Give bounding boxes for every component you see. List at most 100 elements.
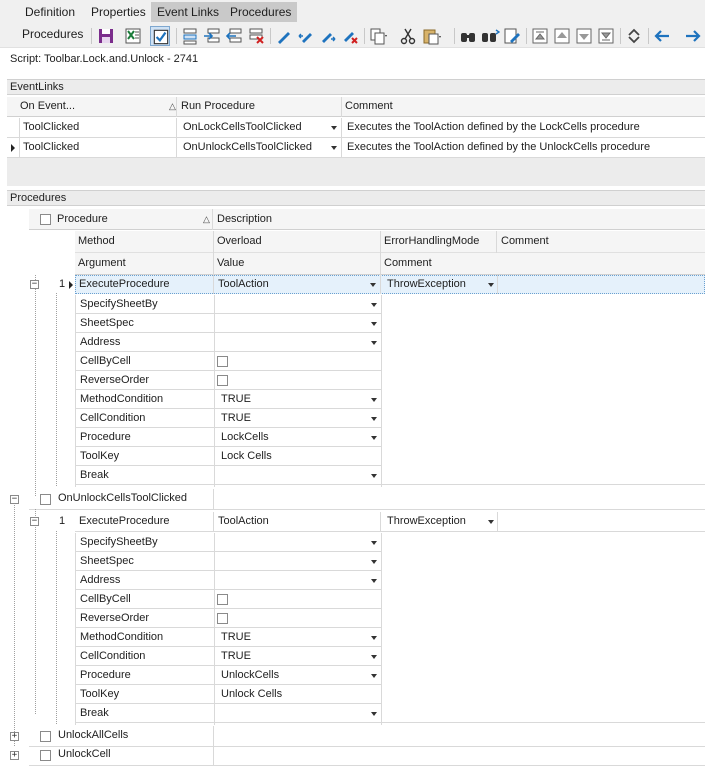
procedure-name[interactable]: UnlockAllCells [58,726,128,745]
method-overload[interactable]: ToolAction [218,275,269,294]
method-name[interactable]: ExecuteProcedure [79,275,170,294]
column-header-description[interactable]: Description [217,210,272,229]
argument-value[interactable]: Lock Cells [221,447,272,466]
argument-value[interactable]: TRUE [221,647,251,666]
move-bottom-icon[interactable] [596,26,616,46]
column-divider [497,512,498,531]
table-cell-comment[interactable]: Executes the ToolAction defined by the U… [347,138,650,157]
argument-value[interactable]: TRUE [221,409,251,428]
column-header-run-procedure[interactable]: Run Procedure [181,97,255,116]
chevron-down-icon[interactable] [369,319,379,329]
argument-value[interactable]: TRUE [221,390,251,409]
chevron-down-icon[interactable] [369,671,379,681]
expand-icon[interactable]: + [10,751,19,760]
forward-arrow-icon[interactable] [683,26,703,46]
move-up-icon[interactable] [552,26,572,46]
checkbox-toggle-icon[interactable] [150,26,170,46]
menu-bar: Definition Properties Event Links Proced… [0,0,705,24]
argument-value[interactable]: LockCells [221,428,269,447]
chevron-down-icon[interactable] [369,538,379,548]
find-next-icon[interactable] [480,26,500,46]
tab-properties[interactable]: Properties [85,2,152,22]
chevron-down-icon[interactable] [486,517,496,527]
insert-before-icon[interactable] [224,26,244,46]
tab-definition[interactable]: Definition [19,2,81,22]
chevron-down-icon[interactable] [486,280,496,290]
cellbycell-checkbox[interactable] [217,356,228,367]
chevron-down-icon[interactable] [369,709,379,719]
paste-icon[interactable] [421,26,441,46]
export-excel-icon[interactable] [123,26,143,46]
chevron-down-icon[interactable] [329,123,339,133]
procedure-name[interactable]: UnlockCell [58,745,111,764]
find-replace-icon[interactable] [502,26,522,46]
method-error-handling-mode[interactable]: ThrowException [387,275,466,294]
table-cell-on-event[interactable]: ToolClicked [23,138,79,157]
find-icon[interactable] [458,26,478,46]
procedures-section-header: Procedures [7,190,705,206]
edit-clear-icon[interactable] [340,26,360,46]
procedure-name[interactable]: OnUnlockCellsToolClicked [58,489,187,508]
chevron-down-icon[interactable] [369,557,379,567]
chevron-down-icon[interactable] [329,143,339,153]
table-cell-run-procedure[interactable]: OnLockCellsToolClicked [183,118,302,137]
chevron-down-icon[interactable] [369,576,379,586]
column-divider [213,489,214,509]
back-arrow-icon[interactable] [652,26,672,46]
cut-icon[interactable] [398,26,418,46]
select-all-checkbox[interactable] [40,214,51,225]
reverseorder-checkbox[interactable] [217,613,228,624]
edit-back-icon[interactable] [296,26,316,46]
toolbar-separator [270,28,271,44]
delete-row-icon[interactable] [246,26,266,46]
method-overload[interactable]: ToolAction [218,512,269,531]
chevron-down-icon[interactable] [369,395,379,405]
chevron-down-icon[interactable] [369,414,379,424]
tree-guide-line [14,496,15,746]
move-down-icon[interactable] [574,26,594,46]
save-icon[interactable] [96,26,116,46]
procedure-checkbox[interactable] [40,494,51,505]
row-divider [76,484,705,485]
edit-forward-icon[interactable] [318,26,338,46]
chevron-down-icon[interactable] [369,633,379,643]
column-header-method: Method [78,235,115,247]
procedure-checkbox[interactable] [40,731,51,742]
method-error-handling-mode[interactable]: ThrowException [387,512,466,531]
argument-value[interactable]: Unlock Cells [221,685,282,704]
eventlinks-section-header: EventLinks [7,79,705,95]
procedure-checkbox[interactable] [40,750,51,761]
reverseorder-checkbox[interactable] [217,375,228,386]
column-divider [381,295,382,487]
table-cell-run-procedure[interactable]: OnUnlockCellsToolClicked [183,138,312,157]
edit-pencil-icon[interactable] [274,26,294,46]
collapse-icon[interactable]: − [10,495,19,504]
collapse-expand-icon[interactable] [624,26,644,46]
chevron-down-icon[interactable] [368,280,378,290]
chevron-down-icon[interactable] [369,471,379,481]
method-name[interactable]: ExecuteProcedure [79,512,170,531]
table-cell-comment[interactable]: Executes the ToolAction defined by the L… [347,118,640,137]
copy-icon[interactable] [368,26,388,46]
column-header-comment[interactable]: Comment [345,97,393,116]
chevron-down-icon[interactable] [369,652,379,662]
insert-row-icon[interactable] [202,26,222,46]
argument-value[interactable]: TRUE [221,628,251,647]
toolbar-separator [620,28,621,44]
tab-event-links[interactable]: Event Links [151,2,226,22]
tab-procedures[interactable]: Procedures [224,2,298,22]
column-header-on-event[interactable]: On Event... [20,97,75,116]
chevron-down-icon[interactable] [369,300,379,310]
table-cell-on-event[interactable]: ToolClicked [23,118,79,137]
chevron-down-icon[interactable] [369,433,379,443]
collapse-icon[interactable]: − [30,517,39,526]
cellbycell-checkbox[interactable] [217,594,228,605]
argument-value[interactable]: UnlockCells [221,666,279,685]
chevron-down-icon[interactable] [369,338,379,348]
add-row-icon[interactable] [180,26,200,46]
column-header-procedure[interactable]: Procedure [57,210,108,229]
expand-icon[interactable]: + [10,732,19,741]
row-divider [29,746,705,747]
collapse-icon[interactable]: − [30,280,39,289]
move-top-icon[interactable] [530,26,550,46]
